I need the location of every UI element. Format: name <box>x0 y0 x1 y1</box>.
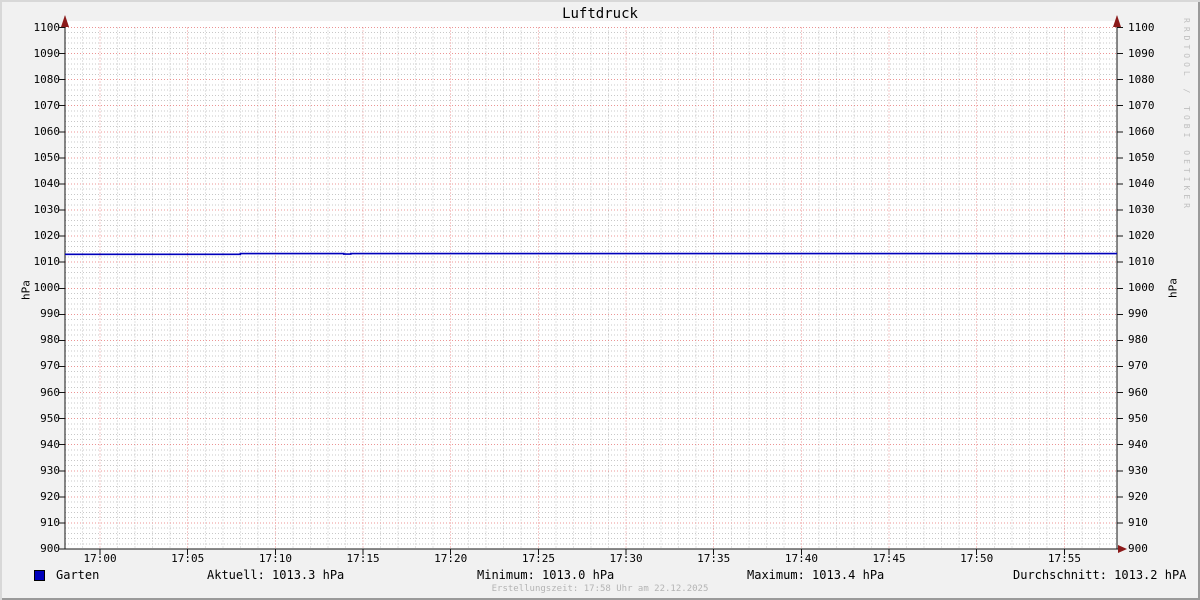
y-tick-label-right: 1000 <box>1128 282 1155 294</box>
y-tick-label-left: 1040 <box>0 178 60 190</box>
series-legend-label: Garten <box>56 568 99 583</box>
x-tick-label: 17:15 <box>328 553 398 565</box>
y-tick-label-left: 910 <box>0 517 60 529</box>
x-tick-label: 17:00 <box>65 553 135 565</box>
y-tick-label-right: 1020 <box>1128 230 1155 242</box>
y-tick-label-left: 1020 <box>0 230 60 242</box>
x-tick-label: 17:10 <box>240 553 310 565</box>
y-tick-label-right: 1090 <box>1128 48 1155 60</box>
y-tick-label-right: 960 <box>1128 387 1148 399</box>
y-tick-label-right: 1080 <box>1128 74 1155 86</box>
y-tick-label-left: 1070 <box>0 100 60 112</box>
y-tick-label-left: 960 <box>0 387 60 399</box>
x-axis-arrow <box>1118 545 1127 553</box>
y-tick-label-right: 1070 <box>1128 100 1155 112</box>
y-tick-label-left: 1060 <box>0 126 60 138</box>
y-tick-label-left: 930 <box>0 465 60 477</box>
y-tick-label-right: 990 <box>1128 308 1148 320</box>
stat-maximum: Maximum: 1013.4 hPa <box>747 568 884 583</box>
y-tick-label-right: 1050 <box>1128 152 1155 164</box>
x-tick-label: 17:25 <box>503 553 573 565</box>
y-tick-label-left: 1080 <box>0 74 60 86</box>
stat-minimum: Minimum: 1013.0 hPa <box>477 568 614 583</box>
x-tick-label: 17:30 <box>591 553 661 565</box>
y-tick-label-right: 1030 <box>1128 204 1155 216</box>
x-tick-label: 17:35 <box>679 553 749 565</box>
y-tick-label-left: 970 <box>0 360 60 372</box>
stat-durchschnitt: Durchschnitt: 1013.2 hPA <box>1013 568 1186 583</box>
x-tick-label: 17:50 <box>942 553 1012 565</box>
y-tick-label-left: 940 <box>0 439 60 451</box>
y-axis-unit-left: hPa <box>20 280 33 300</box>
x-tick-label: 17:40 <box>766 553 836 565</box>
y-tick-label-right: 970 <box>1128 360 1148 372</box>
x-tick-label: 17:20 <box>416 553 486 565</box>
stat-aktuell: Aktuell: 1013.3 hPa <box>207 568 344 583</box>
y-tick-label-right: 920 <box>1128 491 1148 503</box>
y-tick-label-right: 930 <box>1128 465 1148 477</box>
rrdtool-watermark: RRDTOOL / TOBI OETIKER <box>1182 18 1191 212</box>
y-tick-label-left: 1010 <box>0 256 60 268</box>
legend-row: Garten Aktuell: 1013.3 hPa Minimum: 1013… <box>0 568 1200 584</box>
y-tick-label-right: 940 <box>1128 439 1148 451</box>
y-tick-label-right: 980 <box>1128 334 1148 346</box>
y-tick-label-left: 1030 <box>0 204 60 216</box>
y-tick-label-left: 990 <box>0 308 60 320</box>
rrdtool-graph: Luftdruck 900910920930940950960970980990… <box>0 0 1200 600</box>
y-tick-label-right: 1010 <box>1128 256 1155 268</box>
plot-canvas <box>0 0 1200 600</box>
y-axis-unit-right: hPa <box>1167 278 1180 298</box>
y-tick-label-left: 950 <box>0 413 60 425</box>
y-tick-label-left: 1050 <box>0 152 60 164</box>
creation-timestamp: Erstellungszeit: 17:58 Uhr am 22.12.2025 <box>0 584 1200 595</box>
series-line-garten <box>65 254 1117 255</box>
x-tick-label: 17:55 <box>1029 553 1099 565</box>
y-tick-label-left: 1100 <box>0 22 60 34</box>
series-color-swatch <box>34 570 45 581</box>
y-tick-label-right: 1060 <box>1128 126 1155 138</box>
y-tick-label-left: 900 <box>0 543 60 555</box>
y-tick-label-right: 1100 <box>1128 22 1155 34</box>
y-tick-label-right: 910 <box>1128 517 1148 529</box>
y-tick-label-right: 900 <box>1128 543 1148 555</box>
y-tick-label-left: 920 <box>0 491 60 503</box>
y-tick-label-right: 950 <box>1128 413 1148 425</box>
x-tick-label: 17:45 <box>854 553 924 565</box>
x-tick-label: 17:05 <box>153 553 223 565</box>
y-tick-label-left: 980 <box>0 334 60 346</box>
y-tick-label-left: 1090 <box>0 48 60 60</box>
y-tick-label-right: 1040 <box>1128 178 1155 190</box>
